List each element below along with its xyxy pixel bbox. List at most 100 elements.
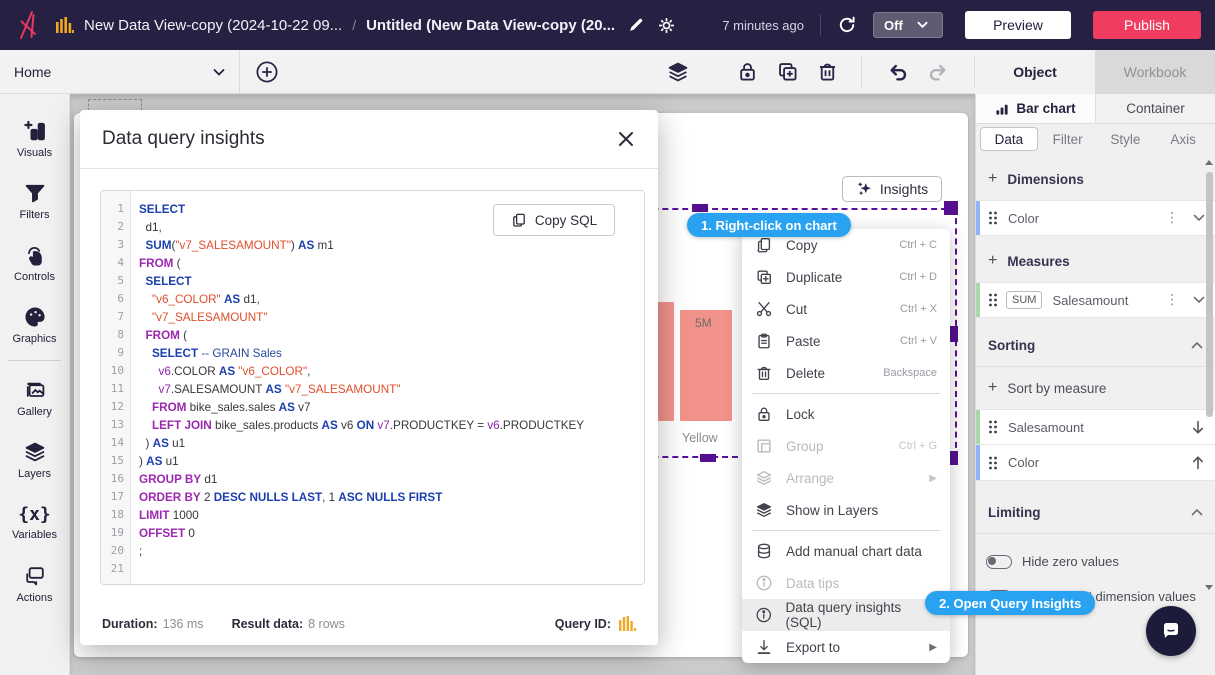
- preview-button[interactable]: Preview: [965, 11, 1071, 39]
- submenu-arrow-icon: ▶: [929, 642, 937, 653]
- help-chat-button[interactable]: [1146, 606, 1196, 656]
- chevron-down-icon[interactable]: [1193, 296, 1205, 304]
- drag-handle-icon[interactable]: [988, 211, 998, 225]
- chevron-down-icon[interactable]: [1193, 214, 1205, 222]
- edit-title-icon[interactable]: [627, 16, 645, 34]
- tab-workbook[interactable]: Workbook: [1095, 50, 1215, 94]
- query-id-logo-icon: [619, 616, 636, 631]
- sidebar-item-actions[interactable]: Actions: [0, 553, 69, 615]
- tab-object[interactable]: Object: [975, 50, 1095, 94]
- scroll-up-arrow[interactable]: [1205, 160, 1213, 165]
- scroll-down-arrow[interactable]: [1205, 585, 1213, 590]
- scissors-icon: [755, 300, 773, 318]
- drag-handle-icon[interactable]: [988, 420, 998, 434]
- menu-item-data-query-insights-sql[interactable]: Data query insights (SQL): [742, 599, 950, 631]
- sql-line: ) AS u1: [139, 452, 644, 470]
- menu-item-lock[interactable]: Lock: [742, 398, 950, 430]
- settings-gear-icon[interactable]: [657, 16, 676, 35]
- sort-label: Salesamount: [1008, 420, 1084, 435]
- tab-filter[interactable]: Filter: [1040, 127, 1096, 151]
- tab-style[interactable]: Style: [1098, 127, 1154, 151]
- insights-label: Insights: [880, 181, 928, 197]
- sidebar-item-controls[interactable]: Controls: [0, 232, 69, 294]
- tab-bar-chart[interactable]: Bar chart: [976, 94, 1095, 123]
- duplicate-toolbar-icon[interactable]: [776, 60, 800, 84]
- modal-footer: Duration:136 ms Result data:8 rows Query…: [80, 616, 658, 631]
- refresh-icon[interactable]: [837, 15, 857, 35]
- drag-handle-icon[interactable]: [988, 456, 998, 470]
- selection-handle-bottom[interactable]: [700, 454, 716, 462]
- sort-item-salesamount[interactable]: Salesamount: [976, 409, 1215, 445]
- layers-toolbar-icon[interactable]: [666, 60, 690, 84]
- tab-axis[interactable]: Axis: [1155, 127, 1211, 151]
- sidebar-item-visuals[interactable]: Visuals: [0, 108, 69, 170]
- sidebar-item-label: Gallery: [17, 406, 52, 418]
- panel-scrollbar[interactable]: [1206, 160, 1213, 590]
- selection-handle-top[interactable]: [692, 204, 708, 212]
- sql-line: v7.SALESAMOUNT AS "v7_SALESAMOUNT": [139, 380, 644, 398]
- tab-data[interactable]: Data: [980, 127, 1038, 151]
- item-menu-icon[interactable]: ⋮: [1165, 292, 1179, 308]
- sidebar-item-label: Graphics: [12, 333, 56, 345]
- selection-handle-right[interactable]: [950, 326, 958, 342]
- toggle-switch[interactable]: [986, 555, 1012, 569]
- arrow-down-icon[interactable]: [1191, 420, 1205, 434]
- group-icon: [755, 437, 773, 455]
- plus-icon: +: [988, 252, 997, 270]
- sidebar-item-layers[interactable]: Layers: [0, 429, 69, 491]
- bar-value-label: 5M: [695, 316, 712, 330]
- menu-item-show-in-layers[interactable]: Show in Layers: [742, 494, 950, 526]
- add-dimension-button[interactable]: + Dimensions: [976, 166, 1215, 192]
- last-saved-status: 7 minutes ago: [722, 18, 804, 33]
- lock-toolbar-icon[interactable]: [736, 60, 760, 84]
- line-numbers: 123456789101112131415161718192021: [101, 191, 131, 584]
- visuals-icon: [23, 119, 47, 143]
- sidebar-item-variables[interactable]: {x}Variables: [0, 491, 69, 553]
- copy-sql-button[interactable]: Copy SQL: [493, 204, 615, 236]
- insights-button[interactable]: Insights: [842, 176, 942, 202]
- publish-button[interactable]: Publish: [1093, 11, 1201, 39]
- sidebar-item-filters[interactable]: Filters: [0, 170, 69, 232]
- add-item-button[interactable]: [255, 60, 279, 84]
- menu-item-label: Cut: [786, 302, 807, 317]
- sort-item-color[interactable]: Color: [976, 445, 1215, 481]
- tab-container[interactable]: Container: [1095, 94, 1215, 123]
- menu-item-export-to[interactable]: Export to▶: [742, 631, 950, 663]
- undo-icon[interactable]: [886, 60, 910, 84]
- add-sort-by-measure-button[interactable]: + Sort by measure: [976, 375, 1215, 401]
- data-query-insights-modal: Data query insights Copy SQL 12345678910…: [80, 110, 658, 645]
- toggle-hide-zero-values[interactable]: Hide zero values: [976, 554, 1215, 569]
- drag-handle-icon[interactable]: [988, 293, 998, 307]
- collapse-icon[interactable]: [1191, 341, 1203, 349]
- top-bar: New Data View-copy (2024-10-22 09... / U…: [0, 0, 1215, 50]
- arrow-up-icon[interactable]: [1191, 456, 1205, 470]
- menu-item-add-manual-chart-data[interactable]: Add manual chart data: [742, 535, 950, 567]
- measure-item-salesamount[interactable]: SUM Salesamount ⋮: [976, 282, 1215, 318]
- aggregation-badge[interactable]: SUM: [1006, 291, 1042, 309]
- autorefresh-dropdown[interactable]: Off: [873, 12, 943, 38]
- menu-item-duplicate[interactable]: DuplicateCtrl + D: [742, 261, 950, 293]
- sidebar-item-graphics[interactable]: Graphics: [0, 294, 69, 356]
- page-selector-dropdown[interactable]: Home: [0, 50, 240, 94]
- limiting-title: Limiting: [988, 505, 1041, 520]
- item-menu-icon[interactable]: ⋮: [1165, 210, 1179, 226]
- close-icon[interactable]: [616, 129, 636, 149]
- dimensions-label: Dimensions: [1007, 172, 1084, 187]
- menu-item-cut[interactable]: CutCtrl + X: [742, 293, 950, 325]
- menu-item-paste[interactable]: PasteCtrl + V: [742, 325, 950, 357]
- scrollbar-thumb[interactable]: [1206, 172, 1213, 417]
- redo-icon[interactable]: [926, 60, 950, 84]
- sorting-title: Sorting: [988, 338, 1035, 353]
- chevron-down-icon: [213, 68, 225, 77]
- menu-item-delete[interactable]: DeleteBackspace: [742, 357, 950, 389]
- sidebar-item-gallery[interactable]: Gallery: [0, 367, 69, 429]
- add-measure-button[interactable]: + Measures: [976, 248, 1215, 274]
- actions-icon: [23, 564, 47, 588]
- dimension-item-color[interactable]: Color ⋮: [976, 200, 1215, 236]
- selection-handle-top-right[interactable]: [944, 201, 958, 215]
- collapse-icon[interactable]: [1191, 508, 1203, 516]
- trash-toolbar-icon[interactable]: [816, 60, 840, 84]
- variables-icon: {x}: [18, 504, 51, 525]
- info-icon: [755, 574, 773, 592]
- sort-accent: [976, 410, 980, 444]
